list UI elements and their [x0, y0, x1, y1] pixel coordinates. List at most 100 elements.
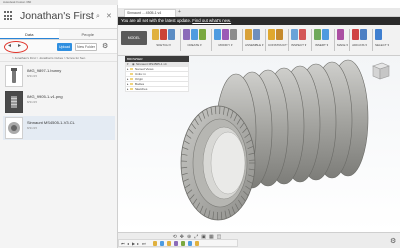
file-name: Sinnaunt MS4505-1-V3.CL	[27, 120, 75, 125]
timeline-feature[interactable]	[153, 241, 157, 246]
close-icon[interactable]: ✕	[106, 13, 112, 20]
toolbar-group-insert[interactable]: INSERT ▾	[314, 28, 329, 47]
tool-icon[interactable]	[375, 29, 382, 40]
tool-icon[interactable]	[152, 29, 159, 40]
file-name: IMG_9897-1.bunny	[27, 68, 62, 73]
toolbar-group-modify[interactable]: MODIFY ▾	[214, 28, 237, 47]
new-tab-icon[interactable]: +	[178, 9, 181, 16]
tool-icon[interactable]	[314, 29, 321, 40]
toolbar-group-inspect[interactable]: INSPECT ▾	[291, 28, 306, 47]
collapse-icon[interactable]: ▾	[127, 62, 129, 66]
search-icon[interactable]: ⌕	[96, 13, 100, 20]
toolbar-group-label[interactable]: MAKE ▾	[337, 43, 348, 47]
tool-icon[interactable]	[337, 29, 344, 40]
tool-icon[interactable]	[183, 29, 190, 40]
toolbar-group-create[interactable]: CREATE ▾	[183, 28, 206, 47]
toolbar-group-select[interactable]: SELECT ▾	[375, 28, 389, 47]
tool-icon[interactable]	[291, 29, 298, 40]
list-item[interactable]: IMG_9905-1-v1.png 8/31/15	[3, 90, 115, 114]
expand-icon[interactable]: ▸	[127, 82, 129, 86]
expand-icon[interactable]: ▸	[127, 87, 129, 91]
tool-icon[interactable]	[253, 29, 260, 40]
file-date: 8/31/15	[27, 74, 38, 78]
tool-icon[interactable]	[222, 29, 229, 40]
front-face	[180, 105, 256, 221]
timeline-feature[interactable]	[167, 241, 171, 246]
forward-arrow-icon[interactable]: ▸	[18, 43, 21, 50]
gear-icon[interactable]: ⚙	[102, 42, 108, 51]
expand-icon[interactable]: ▸	[127, 77, 129, 81]
file-thumbnail	[5, 65, 23, 87]
toolbar-group-sketch[interactable]: SKETCH ▾	[152, 28, 175, 47]
tool-icon[interactable]	[214, 29, 221, 40]
toolbar-group-make[interactable]: MAKE ▾	[337, 28, 348, 47]
tool-icon[interactable]	[191, 29, 198, 40]
tool-icon[interactable]	[160, 29, 167, 40]
eye-icon[interactable]: ◉	[132, 62, 135, 66]
toolbar-group-assemble[interactable]: ASSEMBLE ▾	[245, 28, 264, 47]
file-date: 8/31/15	[27, 126, 38, 130]
tool-icon[interactable]	[352, 29, 359, 40]
tool-icon[interactable]	[360, 29, 367, 40]
timeline-start-icon[interactable]: ⏮	[121, 241, 125, 247]
view-cube[interactable]	[368, 60, 392, 82]
toolbar-group-label[interactable]: SELECT ▾	[375, 43, 389, 47]
tool-icon[interactable]	[299, 29, 306, 40]
browser-item-sketches[interactable]: ▸ Sketches	[125, 87, 189, 92]
tool-icon[interactable]	[245, 29, 252, 40]
document-tab-strip: Sinnaunt ... 4505-1 v4 +	[118, 8, 400, 17]
toolbar-group-add-ins[interactable]: ADD-INS ▾	[352, 28, 367, 47]
expand-icon[interactable]: ▸	[127, 67, 129, 71]
timeline-end-icon[interactable]: ⏭	[142, 241, 146, 247]
tool-icon[interactable]	[199, 29, 206, 40]
toolbar-separator	[311, 29, 312, 51]
tool-icon[interactable]	[230, 29, 237, 40]
toolbar-group-label[interactable]: INSERT ▾	[314, 43, 329, 47]
timeline-back-icon[interactable]: ◂	[127, 241, 129, 247]
toolbar-group-label[interactable]: MODIFY ▾	[214, 43, 237, 47]
browser-item-label: Units: in	[135, 72, 146, 76]
toolbar-separator	[288, 29, 289, 51]
update-banner: You are all set with the latest update. …	[118, 17, 400, 25]
timeline-settings-icon[interactable]: ⚙	[390, 238, 396, 245]
tool-icon[interactable]	[322, 29, 329, 40]
whats-new-link[interactable]: Find out what's new.	[192, 18, 231, 23]
timeline-feature[interactable]	[160, 241, 164, 246]
toolbar-group-label[interactable]: INSPECT ▾	[291, 43, 306, 47]
back-arrow-icon[interactable]: ◂	[8, 43, 11, 50]
toolbar-separator	[242, 29, 243, 51]
toolbar-group-label[interactable]: SKETCH ▾	[152, 43, 175, 47]
folder-icon	[130, 82, 133, 86]
timeline-feature[interactable]	[181, 241, 185, 246]
tool-icon[interactable]	[168, 29, 175, 40]
tool-icon[interactable]	[268, 29, 275, 40]
browser-item-label: Bodies	[135, 82, 145, 86]
toolbar-group-label[interactable]: CREATE ▾	[183, 43, 206, 47]
folder-icon	[130, 72, 133, 76]
timeline-feature[interactable]	[174, 241, 178, 246]
toolbar-group-construct[interactable]: CONSTRUCT ▾	[268, 28, 289, 47]
browser-item-label: Origin	[135, 77, 144, 81]
file-name: IMG_9905-1-v1.png	[27, 94, 63, 99]
apps-grid-icon[interactable]	[4, 11, 14, 21]
tool-icon[interactable]	[276, 29, 283, 40]
timeline-play-icon[interactable]: ▶	[132, 241, 135, 247]
project-name[interactable]: Jonathan's First	[20, 10, 94, 22]
toolbar-group-label[interactable]: CONSTRUCT ▾	[268, 43, 289, 47]
upload-button[interactable]: Upload	[57, 43, 72, 51]
panel-tabs: Data People	[0, 29, 117, 40]
toolbar-group-label[interactable]: ASSEMBLE ▾	[245, 43, 264, 47]
list-item[interactable]: IMG_9897-1.bunny 8/31/15	[3, 64, 115, 88]
document-tab[interactable]: Sinnaunt ... 4505-1 v4	[124, 9, 176, 17]
list-item[interactable]: Sinnaunt MS4505-1-V3.CL 8/31/15	[3, 116, 115, 140]
timeline-feature[interactable]	[195, 241, 199, 246]
timeline-forward-icon[interactable]: ▸	[137, 241, 139, 247]
tab-people[interactable]: People	[59, 29, 118, 39]
chevron-down-icon[interactable]: ⌄	[88, 13, 94, 20]
timeline-feature[interactable]	[188, 241, 192, 246]
tab-data[interactable]: Data	[0, 29, 59, 39]
toolbar-group-label[interactable]: ADD-INS ▾	[352, 43, 367, 47]
new-folder-button[interactable]: New Folder	[75, 43, 97, 51]
workspace-switcher[interactable]: MODEL	[121, 31, 147, 45]
breadcrumb[interactable]: > Jonathan's First > Jonathan's Cubes > …	[0, 54, 117, 62]
